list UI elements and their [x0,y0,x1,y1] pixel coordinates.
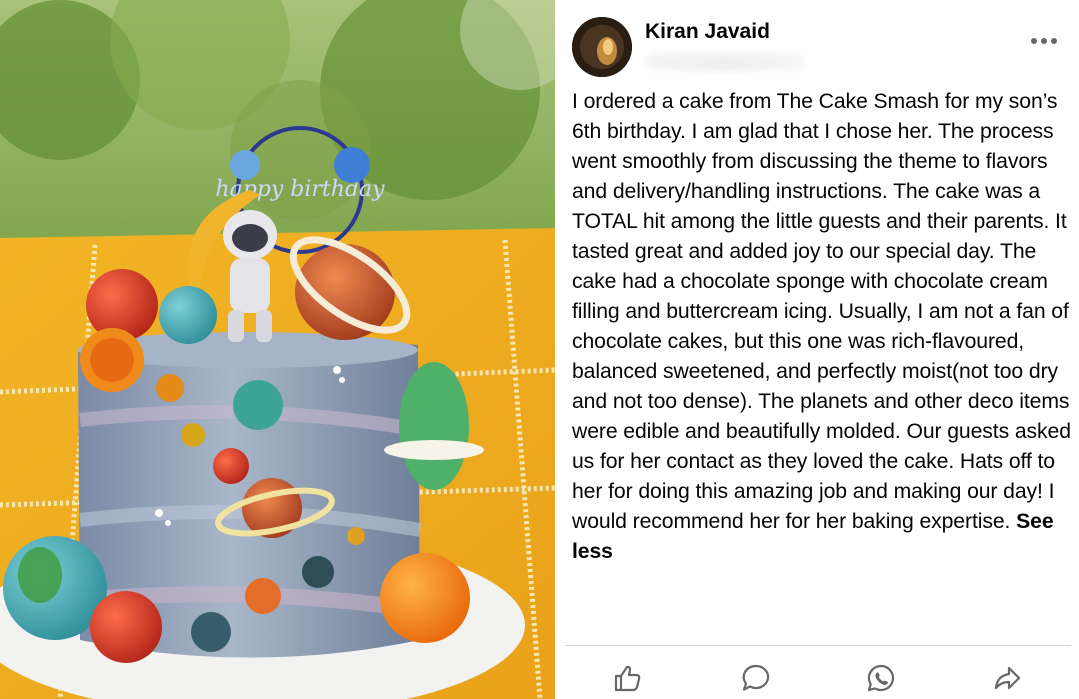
like-icon [614,665,641,692]
share-icon [994,666,1021,690]
cake-photo-illustration: happy birthday [0,0,555,699]
post-photo[interactable]: happy birthday [0,0,555,699]
author-name[interactable]: Kiran Javaid [645,20,770,44]
more-options-button[interactable] [1027,28,1061,54]
comment-icon [742,664,770,691]
post-actions-bar [555,652,1079,699]
more-options-icon-dot [1041,38,1047,44]
like-button[interactable] [608,658,648,698]
avatar-image [572,17,632,77]
post-timestamp-blurred [645,53,805,71]
more-options-icon [1031,38,1037,44]
post-panel: Kiran Javaid I ordered a cake from The C… [555,0,1079,699]
whatsapp-icon [867,664,895,692]
comment-button[interactable] [736,658,776,698]
actions-divider [565,645,1071,646]
share-button[interactable] [987,658,1027,698]
author-avatar[interactable] [572,17,632,77]
post-body: I ordered a cake from The Cake Smash for… [572,87,1072,567]
post-text: I ordered a cake from The Cake Smash for… [572,90,1071,533]
whatsapp-share-button[interactable] [861,658,901,698]
more-options-icon-dot [1051,38,1057,44]
